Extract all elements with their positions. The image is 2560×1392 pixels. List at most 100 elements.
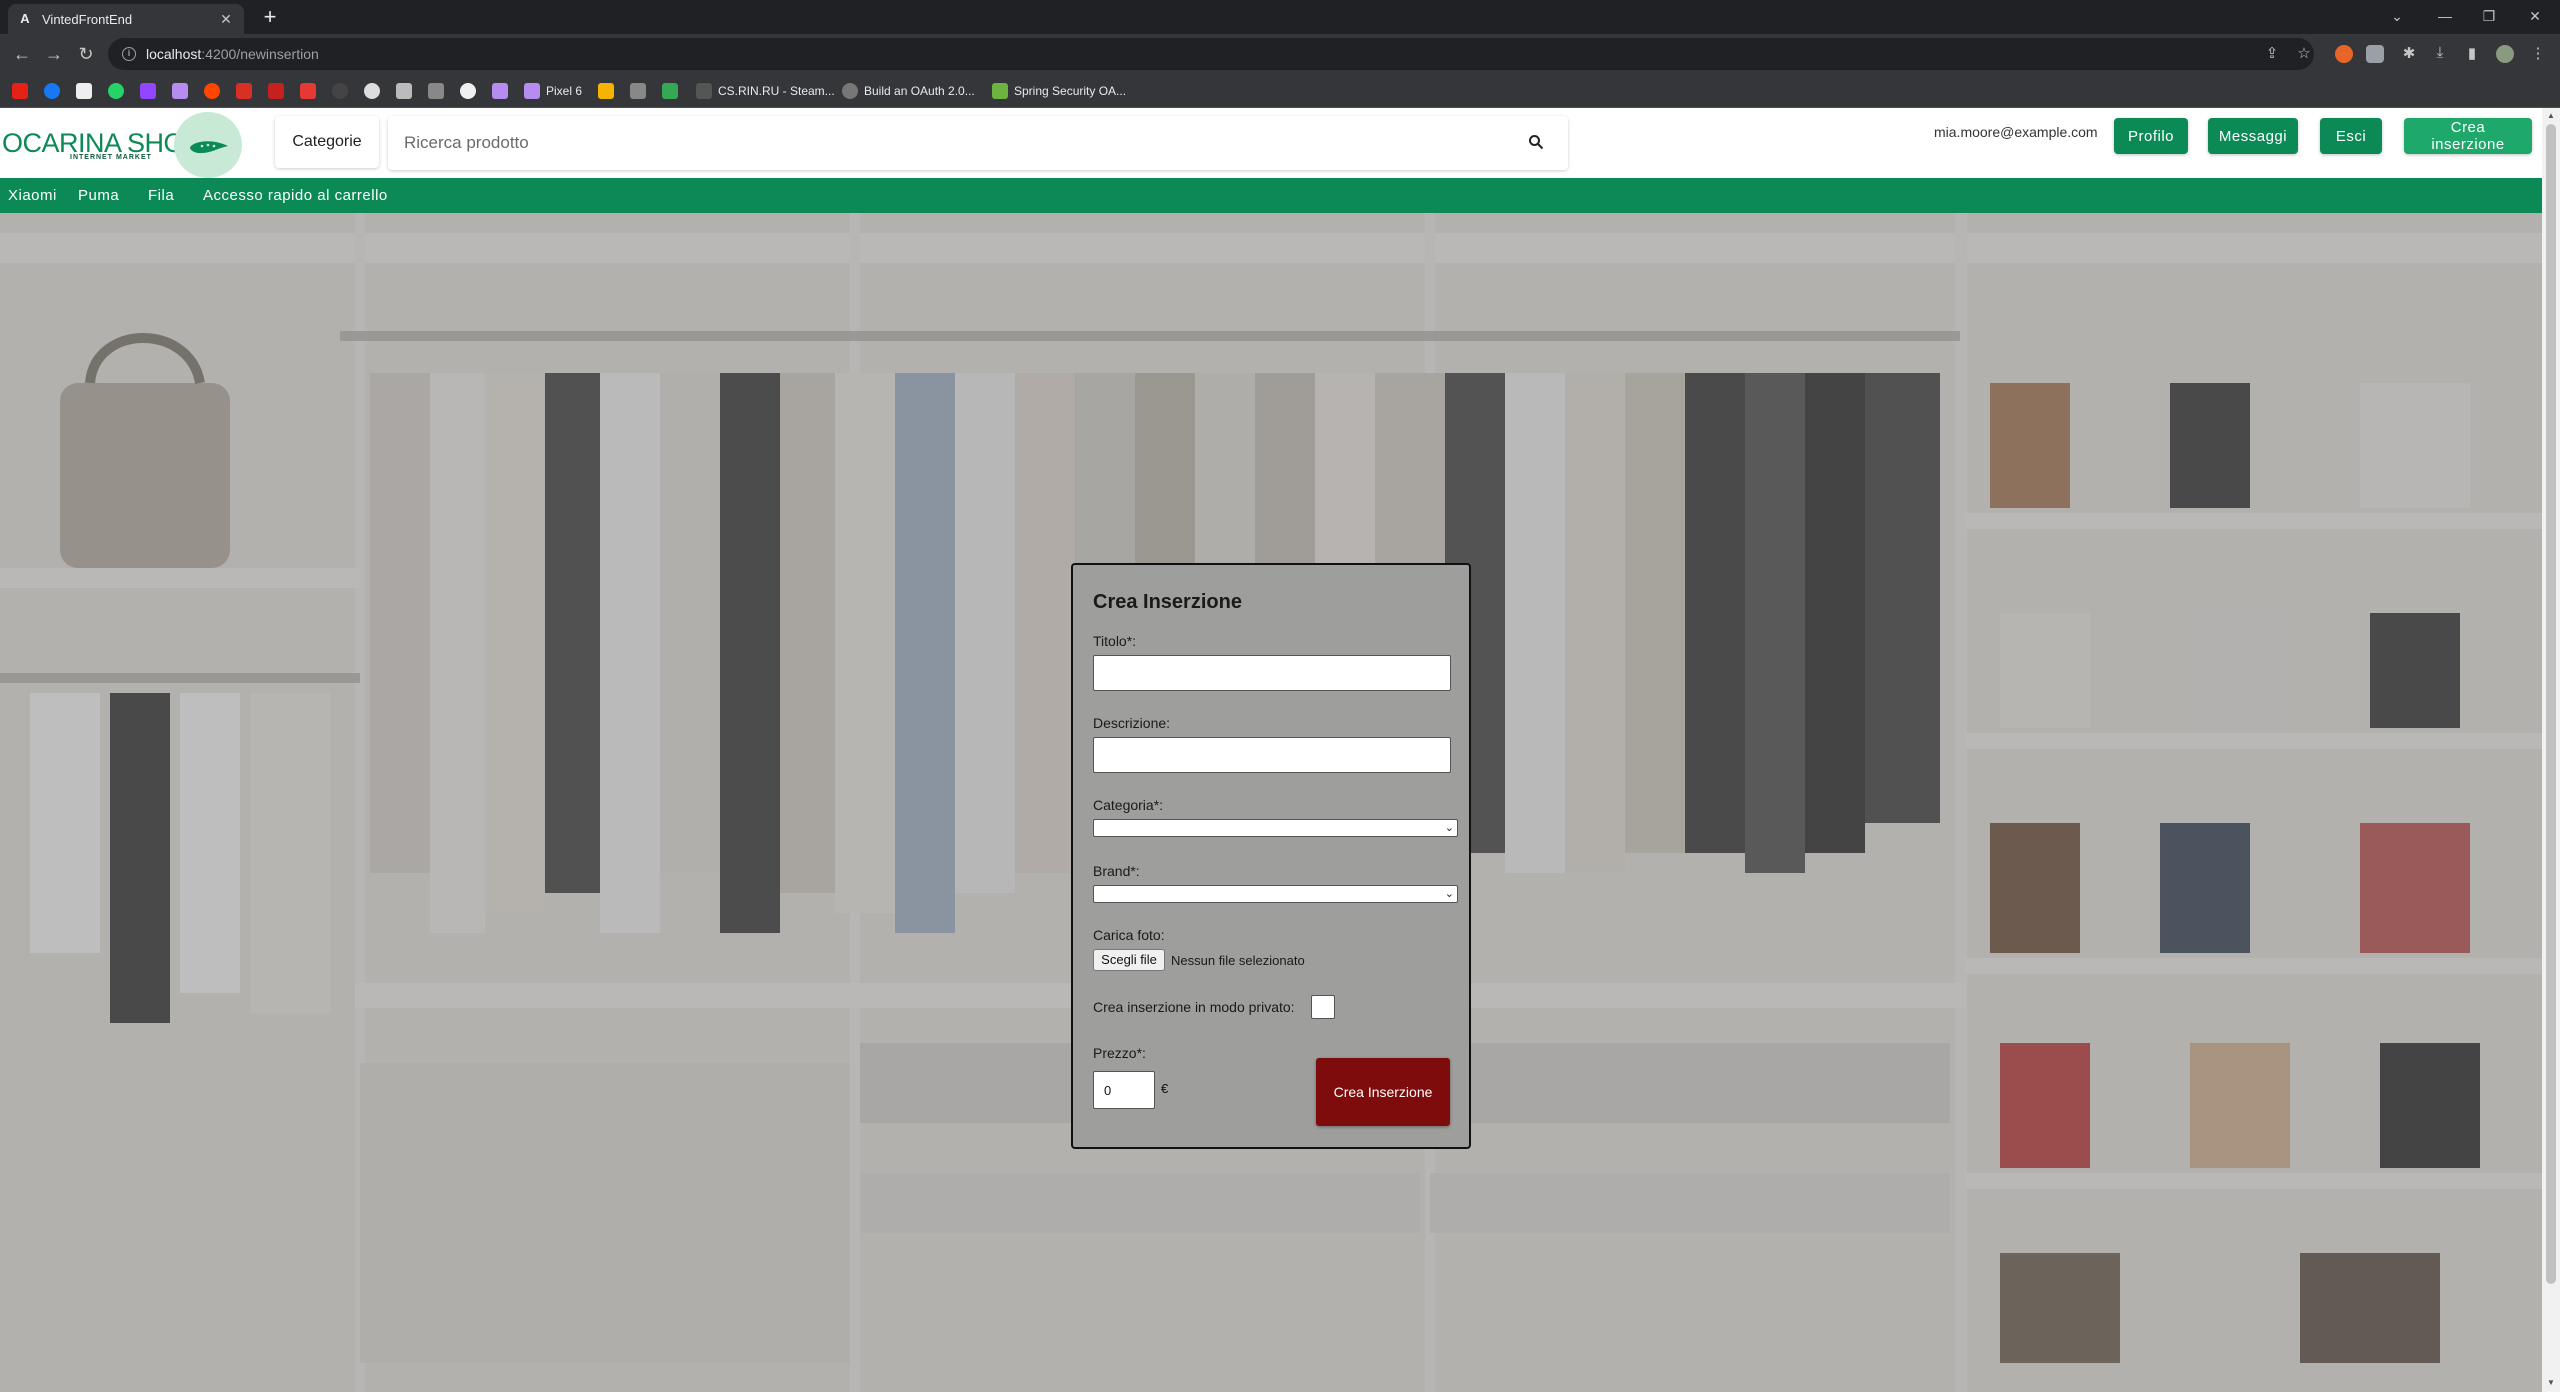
site-info-icon[interactable]: i <box>122 47 136 61</box>
bookmark-icon[interactable] <box>630 82 652 100</box>
reload-icon[interactable]: ↻ <box>74 42 98 66</box>
title-label: Titolo*: <box>1093 633 1137 649</box>
restore-icon[interactable]: ❐ <box>2474 4 2504 28</box>
scroll-up-icon[interactable]: ▲ <box>2546 111 2556 121</box>
menu-icon[interactable]: ⋮ <box>2528 44 2548 62</box>
bookmark-icon[interactable] <box>236 82 258 100</box>
bookmark-icon <box>696 83 712 99</box>
form-title: Crea Inserzione <box>1093 591 1242 613</box>
minimize-icon[interactable]: — <box>2430 4 2460 28</box>
gamepad-icon[interactable] <box>396 82 418 100</box>
bookmark-spring[interactable]: Spring Security OA... <box>992 82 1126 100</box>
site-logo[interactable]: OCARINA SHOP INTERNET MARKET <box>0 112 245 178</box>
bookmark-label: Build an OAuth 2.0... <box>864 84 975 98</box>
bookmark-pixel6[interactable]: Pixel 6 <box>524 82 582 100</box>
new-tab-button[interactable]: + <box>258 6 282 30</box>
nav-link-puma[interactable]: Puma <box>78 187 119 204</box>
page-scrollbar[interactable]: ▲ ▼ <box>2542 108 2560 1392</box>
url-host: localhost <box>146 46 202 62</box>
nav-link-xiaomi[interactable]: Xiaomi <box>8 187 57 204</box>
bookmark-label: Spring Security OA... <box>1014 84 1127 98</box>
create-listing-button[interactable]: Crea inserzione <box>2404 118 2532 154</box>
category-select[interactable]: ⌄ <box>1093 819 1458 837</box>
categories-button[interactable]: Categorie <box>275 116 379 168</box>
bookmark-star-icon[interactable]: ☆ <box>2294 44 2314 62</box>
choose-file-button[interactable]: Scegli file <box>1093 949 1165 971</box>
user-email: mia.moore@example.com <box>1934 124 2098 140</box>
tab-search-icon[interactable]: ⌄ <box>2382 4 2412 28</box>
description-label: Descrizione: <box>1093 715 1171 731</box>
search-input[interactable] <box>388 116 1508 170</box>
chevron-down-icon: ⌄ <box>1444 888 1454 900</box>
title-input[interactable] <box>1093 655 1451 691</box>
bookmark-icon[interactable] <box>332 82 354 100</box>
bookmark-icon[interactable] <box>598 82 620 100</box>
bookmark-icon[interactable] <box>172 82 194 100</box>
bookmark-icon[interactable] <box>76 82 98 100</box>
facebook-icon[interactable] <box>44 82 66 100</box>
nav-link-fila[interactable]: Fila <box>148 187 174 204</box>
browser-toolbar: ← → ↻ i localhost :4200/newinsertion ⇪ ☆… <box>0 34 2560 74</box>
share-icon[interactable]: ⇪ <box>2262 44 2282 62</box>
private-checkbox[interactable] <box>1311 995 1335 1019</box>
create-listing-form: Crea Inserzione Titolo*: Descrizione: Ca… <box>1071 563 1471 1149</box>
gmail-icon[interactable] <box>268 82 290 100</box>
ocarina-icon <box>190 141 228 154</box>
page: OCARINA SHOP INTERNET MARKET Categorie m… <box>0 108 2542 1392</box>
extension-icon[interactable] <box>2366 45 2384 63</box>
download-icon[interactable]: ⤓ <box>2430 44 2450 61</box>
bookmark-icon <box>842 83 858 99</box>
avatar[interactable] <box>2496 45 2514 63</box>
price-input[interactable]: 0 <box>1093 1071 1155 1109</box>
private-label: Crea inserzione in modo privato: <box>1093 999 1295 1015</box>
forward-icon[interactable]: → <box>42 42 66 66</box>
file-status: Nessun file selezionato <box>1171 953 1305 968</box>
photo-label: Carica foto: <box>1093 927 1165 943</box>
bookmarks-bar: Pixel 6 CS.RIN.RU - Steam... Build an OA… <box>0 74 2560 108</box>
profile-button[interactable]: Profilo <box>2114 118 2188 154</box>
tab-title: VintedFrontEnd <box>42 11 133 27</box>
logo-subtitle: INTERNET MARKET <box>70 154 152 161</box>
side-panel-icon[interactable]: ▮ <box>2462 44 2482 62</box>
description-input[interactable] <box>1093 737 1451 773</box>
browser-tabstrip: A VintedFrontEnd ✕ + ⌄ — ❐ ✕ <box>0 0 2560 34</box>
nav-link-cart[interactable]: Accesso rapido al carrello <box>203 187 388 204</box>
github-icon[interactable] <box>460 82 482 100</box>
google-drive-icon[interactable] <box>662 82 684 100</box>
bookmark-oauth[interactable]: Build an OAuth 2.0... <box>842 82 975 100</box>
brand-select[interactable]: ⌄ <box>1093 885 1458 903</box>
brand-label: Brand*: <box>1093 863 1140 879</box>
scrollbar-thumb[interactable] <box>2546 124 2556 1284</box>
bookmark-icon[interactable] <box>492 82 514 100</box>
back-icon[interactable]: ← <box>10 42 34 66</box>
bookmark-icon[interactable] <box>364 82 386 100</box>
bookmark-csrin[interactable]: CS.RIN.RU - Steam... <box>696 82 835 100</box>
twitch-icon[interactable] <box>140 82 162 100</box>
search-icon[interactable] <box>1528 134 1544 150</box>
address-bar[interactable]: i localhost :4200/newinsertion <box>108 38 2314 70</box>
brand-navbar: Xiaomi Puma Fila Accesso rapido al carre… <box>0 178 2542 213</box>
angular-icon: A <box>20 11 30 26</box>
messages-button[interactable]: Messaggi <box>2208 118 2298 154</box>
extension-icon[interactable] <box>2335 45 2353 63</box>
bookmark-icon[interactable] <box>300 82 322 100</box>
create-listing-submit-button[interactable]: Crea Inserzione <box>1316 1058 1450 1126</box>
whatsapp-icon[interactable] <box>108 82 130 100</box>
bookmark-label: CS.RIN.RU - Steam... <box>718 84 835 98</box>
close-window-icon[interactable]: ✕ <box>2520 4 2550 28</box>
bookmark-icon[interactable] <box>428 82 450 100</box>
scroll-down-icon[interactable]: ▼ <box>2546 1378 2556 1388</box>
price-label: Prezzo*: <box>1093 1045 1146 1061</box>
bookmark-label: Pixel 6 <box>546 84 583 98</box>
logout-button[interactable]: Esci <box>2320 118 2382 154</box>
url-path: :4200/newinsertion <box>201 46 319 62</box>
chevron-down-icon: ⌄ <box>1444 822 1454 834</box>
reddit-icon[interactable] <box>204 82 226 100</box>
puzzle-icon[interactable]: ✱ <box>2399 44 2419 62</box>
youtube-icon[interactable] <box>12 82 34 100</box>
close-tab-icon[interactable]: ✕ <box>218 11 234 28</box>
bookmark-icon <box>524 83 540 99</box>
browser-tab[interactable]: A VintedFrontEnd ✕ <box>8 4 244 34</box>
currency-symbol: € <box>1161 1081 1169 1096</box>
category-label: Categoria*: <box>1093 797 1164 813</box>
